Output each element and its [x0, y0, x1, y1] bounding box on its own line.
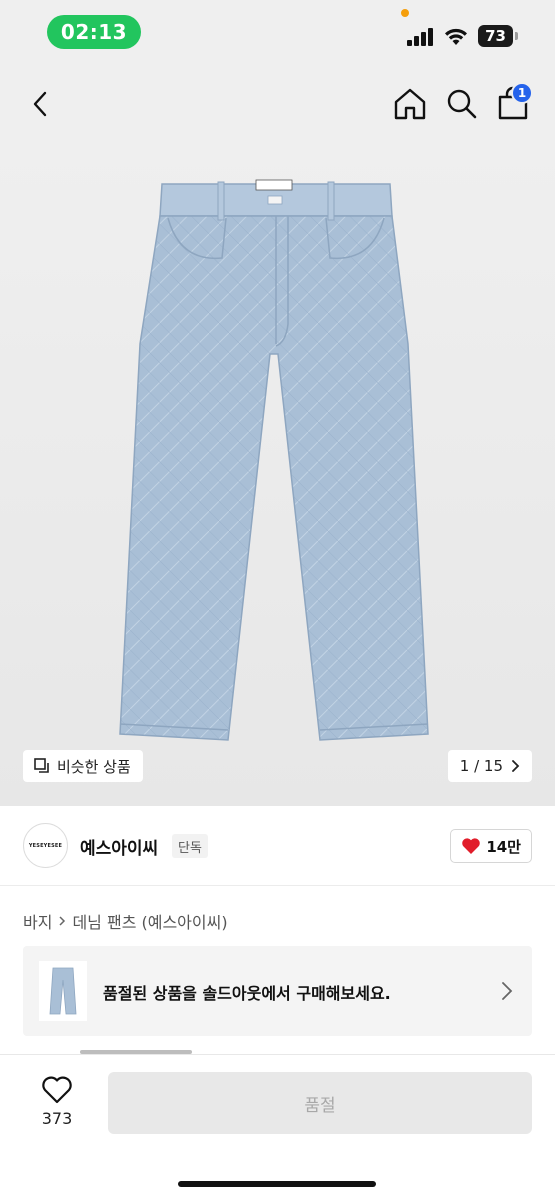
soldout-purchase-button[interactable]: 품절 [108, 1072, 532, 1134]
wishlist-button[interactable]: 373 [32, 1075, 82, 1155]
breadcrumb-category[interactable]: 바지 [23, 909, 52, 933]
soldout-marketplace-banner[interactable]: 품절된 상품을 솔드아웃에서 구매해보세요. [23, 946, 532, 1036]
back-button[interactable] [22, 84, 58, 124]
cellular-signal-icon [407, 28, 434, 46]
brand-like-button[interactable]: 14만 [450, 829, 532, 863]
home-icon [394, 88, 426, 120]
brand-like-count: 14만 [486, 837, 521, 856]
category-breadcrumb: 바지 데님 팬츠 (예스아이씨) [23, 909, 228, 933]
breadcrumb-subcategory[interactable]: 데님 팬츠 (예스아이씨) [72, 909, 227, 933]
copy-icon [34, 758, 49, 773]
cart-button[interactable]: 1 [493, 82, 533, 124]
cart-count-badge: 1 [511, 82, 533, 104]
back-arrow-icon [33, 91, 47, 117]
top-nav-bar: 1 [0, 64, 555, 144]
banner-text: 품절된 상품을 솔드아웃에서 구매해보세요. [103, 984, 391, 1003]
brand-logo[interactable]: YESEYESEE [23, 823, 68, 868]
heart-icon [462, 838, 481, 854]
heart-outline-icon [42, 1076, 72, 1104]
similar-products-button[interactable]: 비슷한 상품 [23, 750, 143, 782]
chevron-right-icon [502, 982, 513, 1000]
status-time: 02:13 [47, 15, 141, 49]
wifi-icon [445, 28, 467, 45]
brand-row: YESEYESEE 예스아이씨 단독 14만 [0, 806, 555, 886]
wishlist-count: 373 [41, 1109, 73, 1128]
similar-products-label: 비슷한 상품 [57, 757, 131, 776]
product-image-gallery[interactable]: 비슷한 상품 1 / 15 [0, 144, 555, 806]
product-photo-jeans [119, 179, 429, 741]
bottom-action-bar: 373 품절 [0, 1055, 555, 1200]
search-icon [447, 89, 477, 119]
chevron-right-icon [512, 760, 520, 772]
exclusive-tag: 단독 [172, 834, 208, 858]
image-counter-text: 1 / 15 [459, 757, 503, 775]
image-page-counter[interactable]: 1 / 15 [447, 750, 532, 782]
status-bar: 02:13 73 [0, 0, 555, 64]
chevron-right-icon [59, 916, 66, 926]
home-indicator [178, 1181, 376, 1187]
camera-indicator-dot [401, 9, 409, 17]
brand-name[interactable]: 예스아이씨 [80, 834, 158, 859]
battery-level: 73 [478, 25, 513, 47]
battery-indicator: 73 [478, 25, 518, 47]
search-button[interactable] [442, 84, 482, 124]
banner-product-thumbnail [39, 961, 87, 1021]
home-button[interactable] [390, 84, 430, 124]
